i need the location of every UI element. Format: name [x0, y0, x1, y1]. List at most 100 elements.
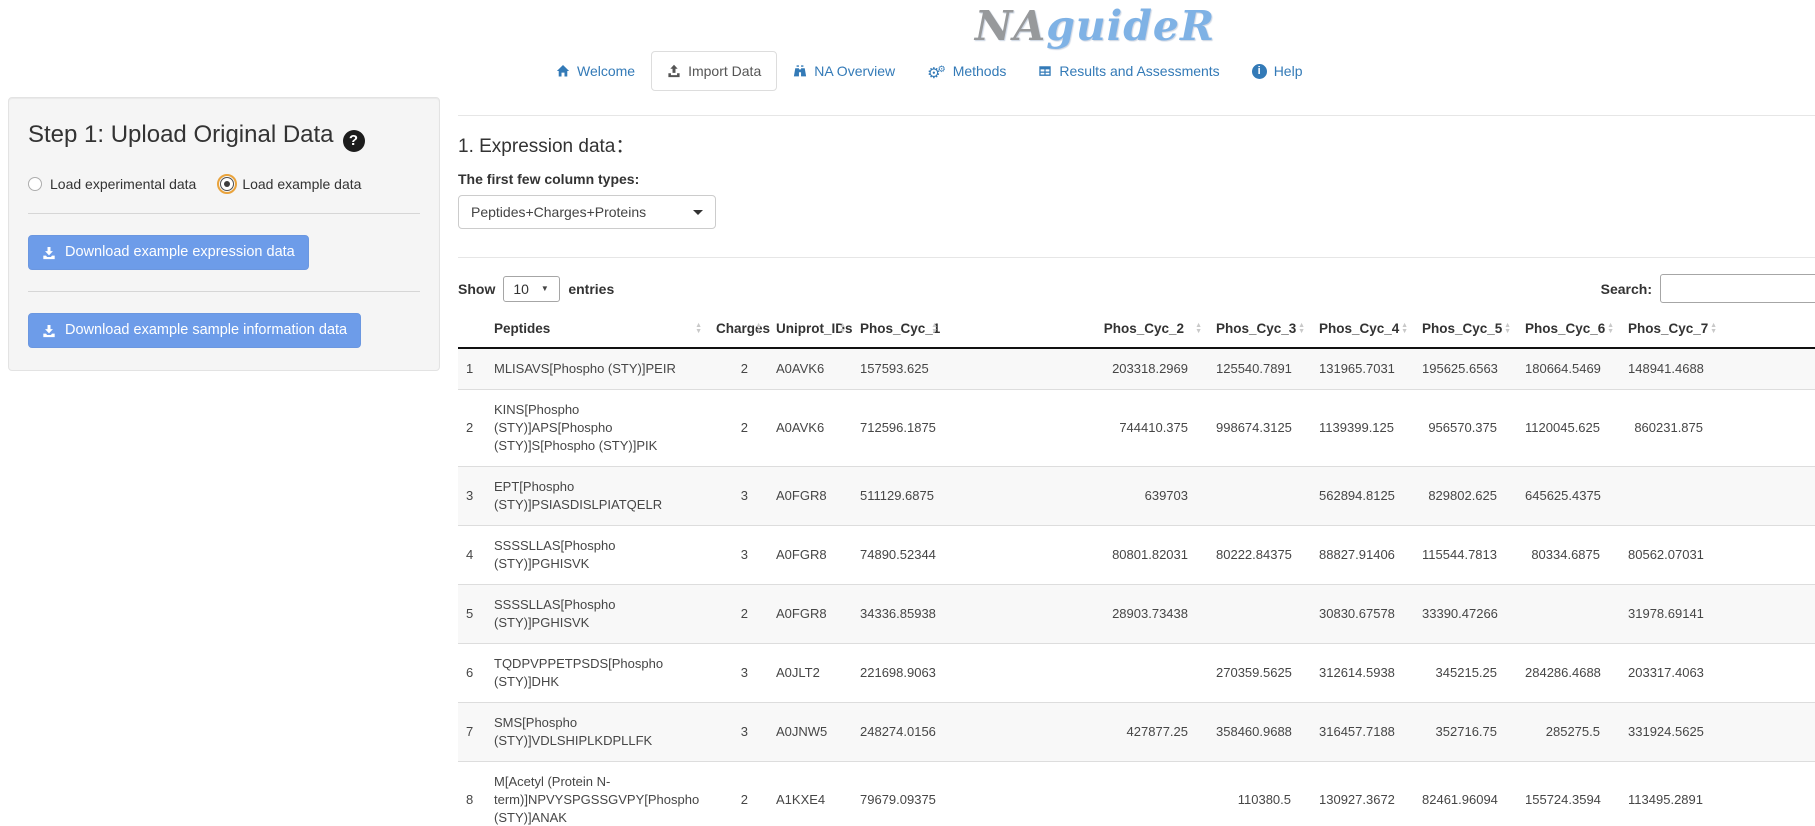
table-cell: 130927.3672 [1311, 762, 1414, 826]
table-cell: 345215.25 [1414, 644, 1517, 703]
column-header-label: Phos_Cyc_1 [860, 321, 940, 336]
main-nav: Welcome Import Data NA Overview⚙⚙MethodsRe… [540, 51, 1318, 91]
table-cell [944, 644, 1208, 703]
tab-welcome[interactable]: Welcome [540, 51, 651, 91]
radio-unselected-icon[interactable] [28, 177, 42, 191]
table-cell: 2 [458, 390, 486, 467]
table-cell: 131965.7031 [1311, 348, 1414, 390]
column-header-charges[interactable]: Charges▲▼ [708, 311, 768, 348]
search-input[interactable] [1660, 274, 1815, 303]
table-cell: 4 [458, 526, 486, 585]
sort-icon: ▲▼ [755, 323, 762, 335]
tab-label: Import Data [688, 61, 761, 81]
home-icon [556, 64, 570, 78]
column-header-phos_cyc_5[interactable]: Phos_Cyc_5▲▼ [1414, 311, 1517, 348]
table-cell: 113495.2891 [1620, 762, 1723, 826]
table-row[interactable]: 4SSSSLLAS[Phospho (STY)]PGHISVK3A0FGR874… [458, 526, 1815, 585]
search-label: Search: [1601, 281, 1652, 297]
table-cell: SMS[Phospho (STY)]VDLSHIPLKDPLLFK [486, 703, 708, 762]
table-cell-spacer [1723, 348, 1815, 390]
column-header-peptides[interactable]: Peptides▲▼ [486, 311, 708, 348]
table-cell: 80562.07031 [1620, 526, 1723, 585]
tab-methods[interactable]: ⚙⚙Methods [911, 51, 1022, 91]
table-cell: 82461.96094 [1414, 762, 1517, 826]
table-cell: 195625.6563 [1414, 348, 1517, 390]
radio-selected-icon[interactable] [220, 177, 234, 191]
column-header-phos_cyc_6[interactable]: Phos_Cyc_6▲▼ [1517, 311, 1620, 348]
show-label: Show [458, 281, 495, 297]
table-cell: SSSSLLAS[Phospho (STY)]PGHISVK [486, 526, 708, 585]
divider [458, 257, 1815, 258]
tab-import-data[interactable]: Import Data [651, 51, 777, 91]
table-row[interactable]: 8M[Acetyl (Protein N-term)]NPVYSPGSSGVPY… [458, 762, 1815, 826]
download-sample-info-button[interactable]: Download example sample information data [28, 313, 361, 348]
column-header-rownum[interactable] [458, 311, 486, 348]
column-header-phos_cyc_1[interactable]: Phos_Cyc_1▲▼ [852, 311, 944, 348]
button-label: Download example expression data [65, 243, 295, 262]
table-controls: Show 10 ▼ entries Search: [458, 274, 1815, 303]
table-row[interactable]: 2KINS[Phospho (STY)]APS[Phospho (STY)]S[… [458, 390, 1815, 467]
table-row[interactable]: 6TQDPVPPETPSDS[Phospho (STY)]DHK3A0JLT22… [458, 644, 1815, 703]
column-types-select[interactable]: Peptides+Charges+Proteins [458, 195, 716, 229]
naguider-app: NAguideR WelcomeImport DataNA Overview⚙⚙… [0, 0, 1815, 826]
table-cell: 248274.0156 [852, 703, 944, 762]
table-cell: A0FGR8 [768, 467, 852, 526]
tab-help[interactable]: iHelp [1236, 51, 1319, 91]
info-circle-icon: i [1252, 64, 1267, 79]
column-header-label: Peptides [494, 321, 550, 336]
table-cell: 80222.84375 [1208, 526, 1311, 585]
table-cell: 427877.25 [944, 703, 1208, 762]
column-header-label: Phos_Cyc_3 [1216, 321, 1296, 336]
divider [458, 115, 1815, 116]
table-cell-spacer [1723, 585, 1815, 644]
table-cell: 33390.47266 [1414, 585, 1517, 644]
panel-title-row: Step 1: Upload Original Data? [28, 120, 420, 152]
column-header-phos_cyc_2[interactable]: Phos_Cyc_2▲▼ [944, 311, 1208, 348]
table-cell [1208, 585, 1311, 644]
page-length-control: Show 10 ▼ entries [458, 276, 614, 302]
table-cell: 1 [458, 348, 486, 390]
table-row[interactable]: 1MLISAVS[Phospho (STY)]PEIR2A0AVK6157593… [458, 348, 1815, 390]
table-cell: 80801.82031 [944, 526, 1208, 585]
table-cell [944, 762, 1208, 826]
table-cell: SSSSLLAS[Phospho (STY)]PGHISVK [486, 585, 708, 644]
table-row[interactable]: 5SSSSLLAS[Phospho (STY)]PGHISVK2A0FGR834… [458, 585, 1815, 644]
table-row[interactable]: 3EPT[Phospho (STY)]PSIASDISLPIATQELR3A0F… [458, 467, 1815, 526]
table-cell: 80334.6875 [1517, 526, 1620, 585]
upload-icon [667, 64, 681, 78]
table-cell: 30830.67578 [1311, 585, 1414, 644]
column-header-phos_cyc_7[interactable]: Phos_Cyc_7▲▼ [1620, 311, 1723, 348]
radio-load-example-data[interactable]: Load example data [220, 176, 361, 192]
sort-icon: ▲▼ [1195, 323, 1202, 335]
upload-panel: Step 1: Upload Original Data? Load exper… [8, 97, 440, 371]
table-cell: 645625.4375 [1517, 467, 1620, 526]
radio-label: Load example data [242, 176, 361, 192]
table-cell: 34336.85938 [852, 585, 944, 644]
tab-results-and-assessments[interactable]: Results and Assessments [1022, 51, 1235, 91]
table-cell: 3 [708, 703, 768, 762]
column-header-phos_cyc_3[interactable]: Phos_Cyc_3▲▼ [1208, 311, 1311, 348]
download-expression-data-button[interactable]: Download example expression data [28, 235, 309, 270]
download-icon [42, 246, 56, 260]
help-question-circle-icon[interactable]: ? [343, 130, 365, 152]
column-header-phos_cyc_4[interactable]: Phos_Cyc_4▲▼ [1311, 311, 1414, 348]
table-cell: 203318.2969 [944, 348, 1208, 390]
table-cell: 2 [708, 348, 768, 390]
table-row[interactable]: 7SMS[Phospho (STY)]VDLSHIPLKDPLLFK3A0JNW… [458, 703, 1815, 762]
column-header-uniprot_ids[interactable]: Uniprot_IDs▲▼ [768, 311, 852, 348]
table-cell: 3 [708, 467, 768, 526]
table-cell: 8 [458, 762, 486, 826]
table-cell: 221698.9063 [852, 644, 944, 703]
tab-na-overview[interactable]: NA Overview [777, 51, 911, 91]
table-cell: 3 [458, 467, 486, 526]
table-cell: 316457.7188 [1311, 703, 1414, 762]
table-cell: 157593.625 [852, 348, 944, 390]
page-length-select[interactable]: 10 ▼ [503, 276, 560, 302]
panel-title: Step 1: Upload Original Data [28, 121, 334, 148]
sort-icon: ▲▼ [1401, 323, 1408, 335]
radio-load-experimental-data[interactable]: Load experimental data [28, 176, 196, 192]
divider [28, 291, 420, 292]
page-length-value: 10 [513, 281, 529, 297]
table-cell: 7 [458, 703, 486, 762]
sort-icon: ▲▼ [1710, 323, 1717, 335]
